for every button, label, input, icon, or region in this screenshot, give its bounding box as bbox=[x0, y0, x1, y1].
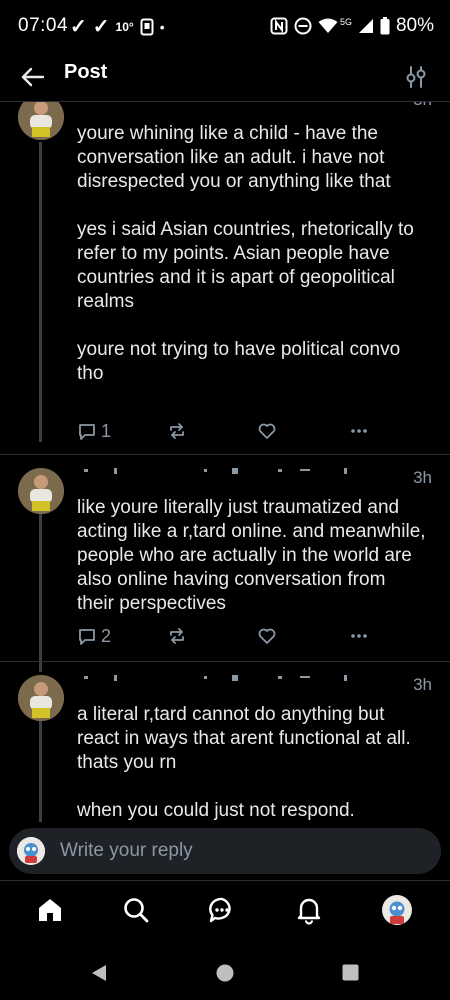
post-time: 3h bbox=[413, 675, 432, 694]
post-actions: 1 bbox=[77, 421, 377, 445]
thread-connector-line bbox=[39, 142, 42, 442]
post-header: Post bbox=[0, 52, 450, 102]
battery-icon bbox=[380, 17, 390, 35]
thread-settings-button[interactable] bbox=[402, 63, 430, 91]
repost-button[interactable] bbox=[167, 626, 187, 646]
nfc-icon bbox=[270, 17, 288, 35]
reply-placeholder[interactable]: Write your reply bbox=[60, 840, 193, 862]
nav-search[interactable] bbox=[121, 895, 151, 925]
like-button[interactable] bbox=[257, 421, 277, 441]
post-time: 3h bbox=[413, 102, 432, 110]
do-not-disturb-icon bbox=[294, 17, 312, 35]
more-options-button[interactable] bbox=[349, 626, 369, 646]
more-dots-icon bbox=[351, 429, 367, 433]
nav-profile[interactable] bbox=[382, 895, 412, 925]
page-title: Post bbox=[64, 61, 108, 83]
thread-list[interactable]: 3h youre whining like a child - have the… bbox=[0, 102, 450, 822]
divider bbox=[0, 454, 450, 455]
thread-connector-line bbox=[39, 719, 42, 822]
bottom-nav bbox=[0, 880, 450, 942]
avatar-image bbox=[18, 675, 64, 721]
nav-notifications[interactable] bbox=[294, 895, 324, 925]
post-author-row-clipped bbox=[82, 464, 362, 474]
repost-icon bbox=[170, 628, 184, 644]
thread-post[interactable]: 3h a literal r,tard cannot do anything b… bbox=[0, 671, 450, 822]
square-recents-icon bbox=[342, 964, 359, 981]
like-button[interactable] bbox=[257, 626, 277, 646]
status-right-icons: 5G 80% bbox=[270, 15, 434, 37]
signal-icon bbox=[358, 19, 373, 33]
post-paragraph: when you could just not respond. bbox=[77, 800, 355, 821]
more-dots-icon bbox=[351, 634, 367, 638]
search-icon bbox=[124, 898, 149, 923]
wifi-icon bbox=[318, 18, 338, 33]
dot-icon: • bbox=[159, 18, 165, 35]
post-body: like youre literally just traumatized an… bbox=[77, 496, 427, 616]
system-home-button[interactable] bbox=[216, 964, 234, 987]
avatar-image bbox=[18, 102, 64, 140]
current-user-avatar bbox=[17, 837, 45, 865]
check-icon: ✓ bbox=[92, 16, 110, 38]
status-time: 07:04 bbox=[18, 15, 69, 36]
system-recents-button[interactable] bbox=[342, 964, 359, 986]
post-actions: 2 bbox=[77, 626, 377, 650]
reply-composer[interactable]: Write your reply bbox=[9, 828, 441, 874]
nav-home[interactable] bbox=[35, 895, 65, 925]
arrow-left-icon bbox=[21, 67, 45, 87]
more-options-button[interactable] bbox=[349, 421, 369, 441]
clipped-text-glyphs bbox=[84, 468, 347, 474]
avatar[interactable] bbox=[18, 675, 64, 721]
system-navigation-bar bbox=[0, 942, 450, 1000]
clipped-text-glyphs bbox=[84, 675, 347, 681]
user-avatar-image bbox=[17, 837, 45, 865]
profile-avatar bbox=[382, 895, 412, 925]
status-bar: 07:04 ✓ ✓ 10° • 5G 80% bbox=[0, 0, 450, 52]
avatar[interactable] bbox=[18, 468, 64, 514]
battery-percent: 80% bbox=[395, 15, 434, 36]
bell-icon bbox=[297, 898, 321, 925]
post-author-row-clipped bbox=[82, 671, 362, 681]
reply-count: 2 bbox=[101, 626, 112, 646]
back-button[interactable] bbox=[18, 62, 48, 92]
post-body: youre whining like a child - have the co… bbox=[77, 122, 427, 386]
post-paragraph: youre not trying to have political convo… bbox=[77, 339, 401, 384]
divider bbox=[0, 661, 450, 662]
thread-post[interactable]: 3h like youre literally just traumatized… bbox=[0, 464, 450, 672]
home-icon bbox=[39, 899, 61, 921]
post-paragraph: yes i said Asian countries, rhetorically… bbox=[77, 219, 414, 312]
post-paragraph: like youre literally just traumatized an… bbox=[77, 497, 426, 614]
reply-count: 1 bbox=[101, 421, 112, 441]
heart-icon bbox=[258, 423, 276, 439]
phone-icon bbox=[140, 18, 154, 35]
status-left-icons: ✓ ✓ 10° • bbox=[70, 14, 165, 39]
heart-icon bbox=[258, 628, 276, 644]
triangle-back-icon bbox=[92, 965, 106, 981]
circle-home-icon bbox=[216, 964, 234, 982]
temperature-text: 10° bbox=[115, 19, 134, 34]
post-time: 3h bbox=[413, 468, 432, 487]
network-type: 5G bbox=[339, 17, 352, 27]
post-body: a literal r,tard cannot do anything but … bbox=[77, 703, 427, 822]
reply-button[interactable]: 2 bbox=[77, 626, 111, 647]
comment-icon bbox=[79, 423, 95, 440]
system-back-button[interactable] bbox=[90, 964, 108, 987]
thread-post[interactable]: 3h youre whining like a child - have the… bbox=[0, 102, 450, 449]
check-icon: ✓ bbox=[70, 16, 87, 38]
repost-icon bbox=[170, 423, 184, 439]
avatar-image bbox=[18, 468, 64, 514]
sliders-icon bbox=[406, 66, 426, 88]
repost-button[interactable] bbox=[167, 421, 187, 441]
post-paragraph: youre whining like a child - have the co… bbox=[77, 123, 391, 192]
thread-connector-line bbox=[39, 512, 42, 672]
avatar[interactable] bbox=[18, 102, 64, 140]
comment-icon bbox=[79, 628, 95, 645]
post-paragraph: a literal r,tard cannot do anything but … bbox=[77, 704, 411, 773]
nav-chat[interactable] bbox=[207, 895, 237, 925]
chat-icon bbox=[209, 897, 231, 923]
reply-button[interactable]: 1 bbox=[77, 421, 111, 442]
